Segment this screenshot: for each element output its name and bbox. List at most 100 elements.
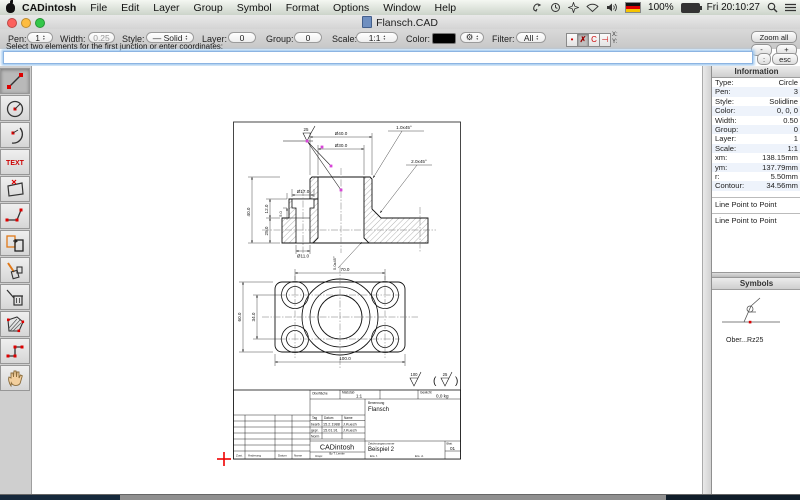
apple-menu-icon[interactable]	[6, 0, 15, 13]
menu-format[interactable]: Format	[279, 2, 326, 14]
svg-text:100: 100	[411, 372, 419, 377]
dim-d30: Ø30.0	[335, 143, 348, 148]
menu-options[interactable]: Options	[326, 2, 376, 14]
coordinate-input[interactable]	[3, 51, 753, 64]
svg-text:Name: Name	[294, 454, 302, 458]
svg-text:Zeichnungsnummer: Zeichnungsnummer	[368, 442, 395, 446]
svg-text:Flansch: Flansch	[368, 407, 389, 413]
info-row: Contour: 34.56mm	[712, 181, 800, 191]
document-icon	[362, 16, 373, 28]
polyline-tool[interactable]	[0, 338, 30, 364]
arc-tool[interactable]	[0, 122, 30, 148]
info-row: Pen: 3	[712, 87, 800, 97]
svg-text:Datum: Datum	[278, 454, 287, 458]
dim-h60: 60.0	[237, 312, 242, 321]
svg-text:25: 25	[443, 372, 448, 377]
svg-text:Blatt: Blatt	[447, 442, 453, 446]
svg-text:Ers. f.: Ers. f.	[370, 454, 378, 458]
phone-icon[interactable]	[532, 2, 543, 13]
transform-tool[interactable]	[0, 257, 30, 283]
drawing-canvas[interactable]: Ø40.0 1.0x45° Ø30.0 2.0x45° 40.0 12.0 25…	[32, 66, 702, 494]
symbols-header: Symbols	[712, 278, 800, 290]
dim-ch5: 5.0x45°	[332, 256, 337, 270]
svg-text:gepr.: gepr.	[311, 429, 319, 433]
svg-text:01: 01	[450, 446, 456, 451]
info-row: Type: Circle	[715, 78, 798, 87]
menu-edit[interactable]: Edit	[114, 2, 146, 14]
notification-list-icon[interactable]	[785, 3, 796, 12]
menubar-clock[interactable]: Fri 20:10:27	[707, 2, 760, 13]
svg-text:15.01.91: 15.01.91	[323, 429, 338, 433]
stepper-button[interactable]: :	[757, 53, 771, 65]
info-row: Color: 0, 0, 0	[712, 106, 800, 116]
svg-text:Beispiel 2: Beispiel 2	[368, 447, 395, 453]
svg-text:Tag: Tag	[312, 416, 317, 420]
svg-text:Maßstab: Maßstab	[342, 391, 355, 395]
svg-text:J.Kuech: J.Kuech	[343, 429, 357, 433]
history-entry[interactable]: Line Point to Point	[712, 212, 800, 229]
bottom-scroll-strip[interactable]	[0, 494, 800, 500]
line-tool[interactable]	[0, 68, 30, 94]
battery-icon[interactable]	[680, 2, 702, 13]
text-tool-glyph: TEXT	[6, 160, 25, 167]
svg-text:Ers. d.: Ers. d.	[415, 454, 424, 458]
volume-icon[interactable]	[606, 2, 618, 13]
delete-tool[interactable]	[0, 284, 30, 310]
surface-symbol-thumbnail	[722, 297, 780, 324]
menu-app[interactable]: CADintosh	[15, 2, 83, 14]
history-entry[interactable]: Line Point to Point	[712, 196, 800, 213]
info-row: Group: 0	[712, 124, 800, 135]
symbols-panel: Symbols Ober...Rz25	[712, 272, 800, 346]
dim-h34: 34.0	[251, 312, 256, 321]
window-titlebar[interactable]: Flansch.CAD	[0, 15, 800, 30]
svg-text:Benennung: Benennung	[368, 401, 385, 405]
info-row: Style: Solidline	[715, 96, 798, 106]
clock-icon[interactable]	[550, 2, 561, 13]
svg-text:J.Kuech: J.Kuech	[343, 423, 357, 427]
svg-text:CADintosh: CADintosh	[320, 443, 354, 452]
copy-tool[interactable]	[0, 230, 30, 256]
menu-group[interactable]: Group	[187, 2, 230, 14]
circle-tool[interactable]	[0, 95, 30, 121]
symbol-item[interactable]: Ober...Rz25	[712, 290, 800, 346]
info-row: Width: 0.50	[715, 115, 798, 125]
dim-d11: Ø11.0	[297, 254, 310, 259]
menubar: CADintosh File Edit Layer Group Symbol F…	[0, 0, 800, 16]
information-table: Type: Circle Pen: 3 Style: Solidline Color:…	[712, 78, 800, 191]
tool-palette: TEXT	[0, 66, 32, 494]
svg-text:1:1: 1:1	[356, 394, 363, 399]
title-block: Oberfläche Maßstab 1:1 Gewicht 0,0 kg Ta…	[233, 389, 461, 460]
svg-text:Name: Name	[344, 416, 353, 420]
svg-text:Zust.: Zust.	[236, 454, 243, 458]
menu-symbol[interactable]: Symbol	[230, 2, 279, 14]
info-row: r: 5.50mm	[715, 171, 798, 181]
menu-help[interactable]: Help	[428, 2, 464, 14]
polygon-tool[interactable]	[0, 176, 30, 202]
hatch-tool[interactable]	[0, 311, 30, 337]
wifi-icon[interactable]	[586, 2, 599, 13]
menu-file[interactable]: File	[83, 2, 114, 14]
pan-tool[interactable]	[0, 365, 30, 391]
status-prompt: Select two elements for the first juncti…	[6, 42, 223, 51]
dim-w100: 100.0	[339, 356, 351, 361]
menu-window[interactable]: Window	[376, 2, 427, 14]
text-tool[interactable]: TEXT	[0, 149, 30, 175]
menu-layer[interactable]: Layer	[146, 2, 186, 14]
screen: CADintosh File Edit Layer Group Symbol F…	[0, 0, 800, 500]
esc-button[interactable]: esc	[772, 53, 798, 65]
svg-text:By T. Lemke: By T. Lemke	[329, 452, 345, 456]
svg-text:15.2.1988: 15.2.1988	[323, 423, 340, 427]
symbol-label: Ober...Rz25	[726, 337, 764, 344]
dim-h12: 12.0	[264, 204, 269, 213]
dim-h25: 25.0	[264, 226, 269, 235]
svg-text:bearb.: bearb.	[311, 423, 321, 427]
dim-d17: Ø17.0	[297, 189, 310, 194]
spotlight-search-icon[interactable]	[767, 2, 778, 13]
flag-germany-icon[interactable]	[625, 2, 642, 13]
drawing-area[interactable]: Ø40.0 1.0x45° Ø30.0 2.0x45° 40.0 12.0 25…	[32, 66, 702, 494]
window-title: Flansch.CAD	[0, 16, 800, 29]
nav-star-icon[interactable]	[568, 2, 580, 13]
svg-text:0,0 kg: 0,0 kg	[436, 394, 449, 399]
svg-text:Gewicht: Gewicht	[420, 391, 432, 395]
fillet-tool[interactable]	[0, 203, 30, 229]
